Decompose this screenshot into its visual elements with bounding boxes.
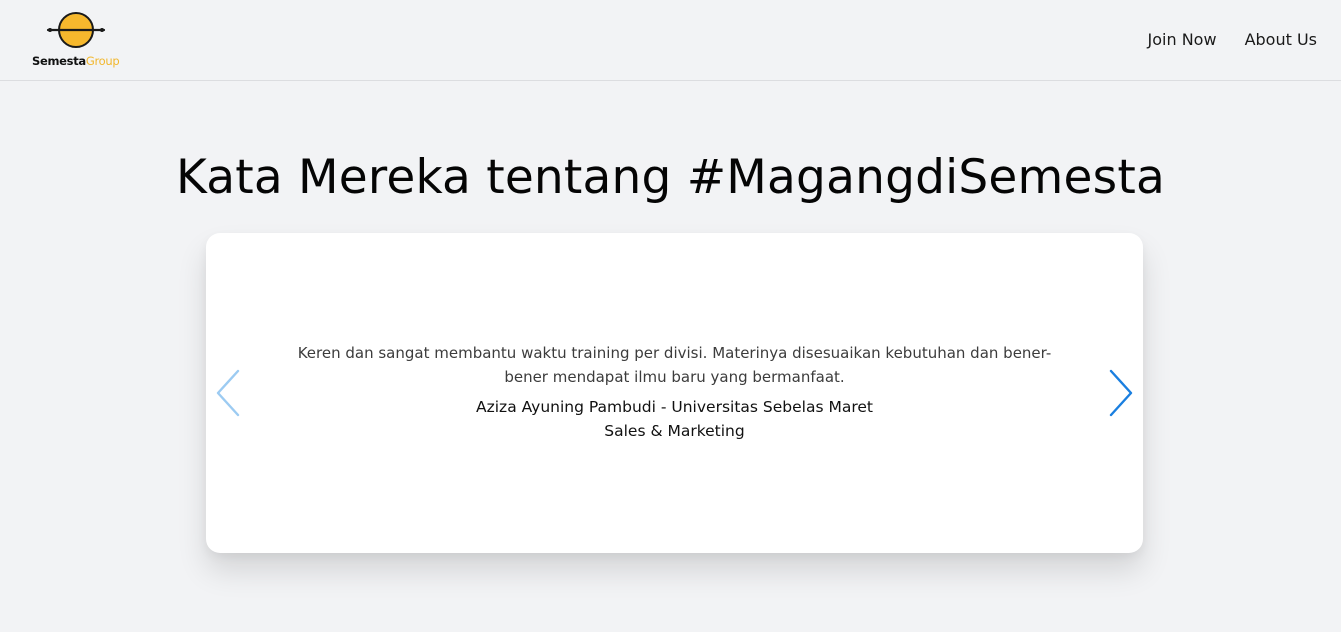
nav-about-us-link[interactable]: About Us	[1245, 30, 1317, 49]
planet-logo-icon	[46, 12, 106, 48]
carousel-prev-button[interactable]	[214, 368, 248, 418]
chevron-right-icon	[1109, 369, 1133, 417]
semesta-group-logo[interactable]: SemestaGroup	[28, 10, 128, 72]
top-nav: Join Now About Us	[1148, 30, 1317, 49]
testimonial-slide: Keren dan sangat membantu waktu training…	[276, 341, 1073, 443]
chevron-left-icon	[216, 369, 240, 417]
nav-join-now-link[interactable]: Join Now	[1148, 30, 1217, 49]
logo-word-group: Group	[85, 54, 120, 68]
logo-wordmark: SemestaGroup	[32, 54, 120, 68]
logo-word-semesta: Semesta	[32, 54, 86, 68]
testimonial-carousel: Keren dan sangat membantu waktu training…	[206, 233, 1143, 553]
testimonial-author: Aziza Ayuning Pambudi - Universitas Sebe…	[476, 398, 873, 416]
navbar: SemestaGroup Join Now About Us	[0, 0, 1341, 81]
testimonial-division: Sales & Marketing	[604, 422, 745, 440]
page-title: Kata Mereka tentang #MagangdiSemesta	[176, 150, 1165, 205]
carousel-next-button[interactable]	[1101, 368, 1135, 418]
testimonial-quote: Keren dan sangat membantu waktu training…	[297, 344, 1052, 386]
